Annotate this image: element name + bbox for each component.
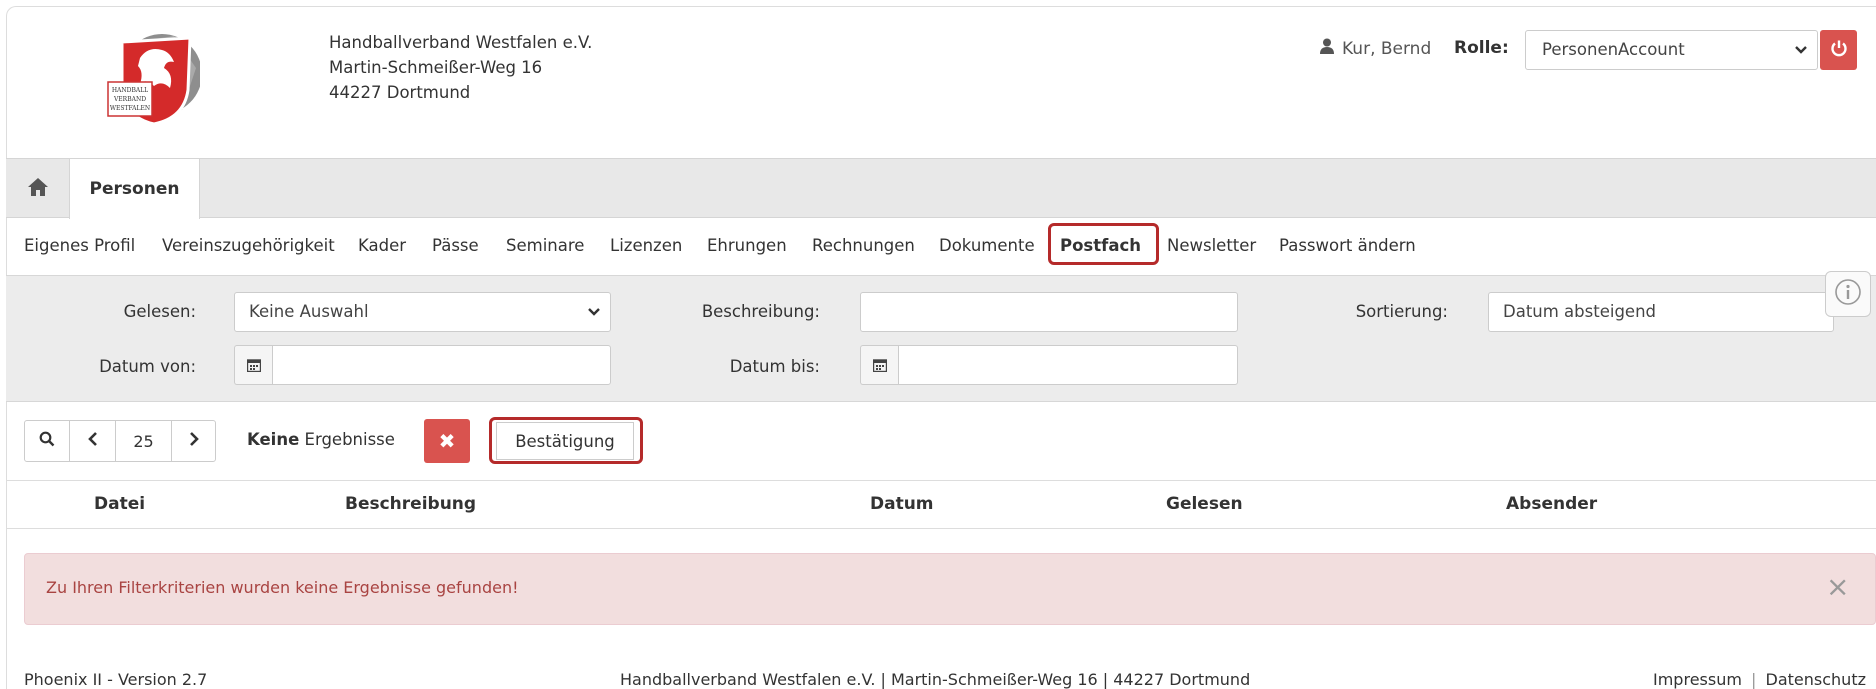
role-label: Rolle: — [1454, 38, 1509, 58]
logout-button[interactable] — [1820, 30, 1857, 70]
submenu-item-seminare[interactable]: Seminare — [506, 236, 584, 255]
organization-address: Handballverband Westfalen e.V. Martin-Sc… — [329, 30, 592, 105]
column-header-absender[interactable]: Absender — [1506, 494, 1597, 514]
datum-bis-input[interactable] — [898, 345, 1238, 385]
chevron-right-icon — [189, 431, 199, 451]
role-value: PersonenAccount — [1542, 40, 1685, 59]
submenu-item-paesse[interactable]: Pässe — [432, 236, 479, 255]
postfach-highlight — [1048, 223, 1159, 265]
chevron-down-icon — [588, 293, 600, 345]
datum-bis-label: Datum bis: — [729, 357, 820, 376]
table-header: Datei Beschreibung Datum Gelesen Absende… — [6, 480, 1876, 529]
user-icon — [1320, 38, 1334, 59]
column-header-datei[interactable]: Datei — [94, 494, 145, 514]
footer-separator: | — [1751, 670, 1757, 689]
calendar-icon[interactable] — [860, 345, 898, 385]
gelesen-label: Gelesen: — [123, 302, 196, 321]
close-icon[interactable]: × — [1826, 572, 1849, 602]
next-page-button[interactable] — [171, 420, 216, 462]
info-icon — [1834, 278, 1862, 311]
chevron-down-icon — [1795, 31, 1807, 84]
page-size-value: 25 — [133, 431, 154, 451]
column-header-beschreibung[interactable]: Beschreibung — [345, 494, 476, 514]
search-button[interactable] — [24, 420, 70, 462]
org-street: Martin-Schmeißer-Weg 16 — [329, 58, 543, 77]
role-select[interactable]: PersonenAccount — [1525, 30, 1818, 70]
home-icon — [27, 177, 49, 202]
gelesen-select[interactable]: Keine Auswahl — [234, 292, 611, 332]
beschreibung-label: Beschreibung: — [701, 302, 820, 321]
tab-bar: Personen — [6, 158, 1876, 219]
footer-version: Phoenix II - Version 2.7 — [24, 670, 208, 689]
logo-text-2: VERBAND — [113, 96, 146, 103]
results-count: Keine Ergebnisse — [247, 430, 395, 449]
tab-personen[interactable]: Personen — [69, 159, 200, 219]
calendar-icon[interactable] — [234, 345, 272, 385]
info-button[interactable] — [1825, 271, 1871, 317]
page-size-field[interactable]: 25 — [115, 420, 172, 462]
power-icon — [1830, 39, 1848, 62]
submenu-item-kader[interactable]: Kader — [358, 236, 406, 255]
submenu-item-rechnungen[interactable]: Rechnungen — [812, 236, 915, 255]
org-name: Handballverband Westfalen e.V. — [329, 33, 593, 52]
column-header-gelesen[interactable]: Gelesen — [1166, 494, 1243, 514]
footer-links: Impressum | Datenschutz — [1653, 670, 1866, 689]
search-icon — [39, 431, 55, 451]
org-city: 44227 Dortmund — [329, 83, 471, 102]
close-icon: ✖ — [438, 429, 456, 453]
home-button[interactable] — [18, 169, 58, 209]
submenu-item-lizenzen[interactable]: Lizenzen — [610, 236, 682, 255]
bestaetigung-highlight — [489, 417, 643, 464]
user-info[interactable]: Kur, Bernd — [1320, 38, 1431, 59]
datum-von-input[interactable] — [272, 345, 611, 385]
results-count-bold: Keine — [247, 430, 300, 449]
user-name: Kur, Bernd — [1342, 38, 1432, 59]
logo-text-3: WESTFALEN — [110, 105, 150, 112]
clear-filter-button[interactable]: ✖ — [424, 419, 470, 463]
beschreibung-input[interactable] — [860, 292, 1238, 332]
no-results-alert: Zu Ihren Filterkriterien wurden keine Er… — [24, 553, 1876, 625]
logo-text-1: HANDBALL — [112, 87, 148, 94]
submenu-item-vereinszugehoerigkeit[interactable]: Vereinszugehörigkeit — [162, 236, 335, 255]
sortierung-select[interactable]: Datum absteigend — [1488, 292, 1834, 332]
results-count-text: Ergebnisse — [299, 430, 395, 449]
datum-von-label: Datum von: — [99, 357, 196, 376]
submenu-item-ehrungen[interactable]: Ehrungen — [707, 236, 787, 255]
logo: HANDBALL VERBAND WESTFALEN — [104, 28, 202, 128]
tab-label: Personen — [89, 179, 180, 199]
impressum-link[interactable]: Impressum — [1653, 670, 1742, 689]
submenu-item-newsletter[interactable]: Newsletter — [1167, 236, 1256, 255]
alert-message: Zu Ihren Filterkriterien wurden keine Er… — [46, 578, 519, 597]
previous-page-button[interactable] — [69, 420, 116, 462]
datenschutz-link[interactable]: Datenschutz — [1766, 670, 1866, 689]
column-header-datum[interactable]: Datum — [870, 494, 934, 514]
submenu-item-dokumente[interactable]: Dokumente — [939, 236, 1035, 255]
gelesen-value: Keine Auswahl — [249, 302, 369, 321]
chevron-left-icon — [87, 431, 98, 451]
submenu-item-passwort-aendern[interactable]: Passwort ändern — [1279, 236, 1416, 255]
sortierung-value: Datum absteigend — [1503, 302, 1657, 321]
sortierung-label: Sortierung: — [1355, 302, 1448, 321]
footer-address: Handballverband Westfalen e.V. | Martin-… — [620, 670, 1251, 689]
submenu-item-eigenes-profil[interactable]: Eigenes Profil — [24, 236, 135, 255]
